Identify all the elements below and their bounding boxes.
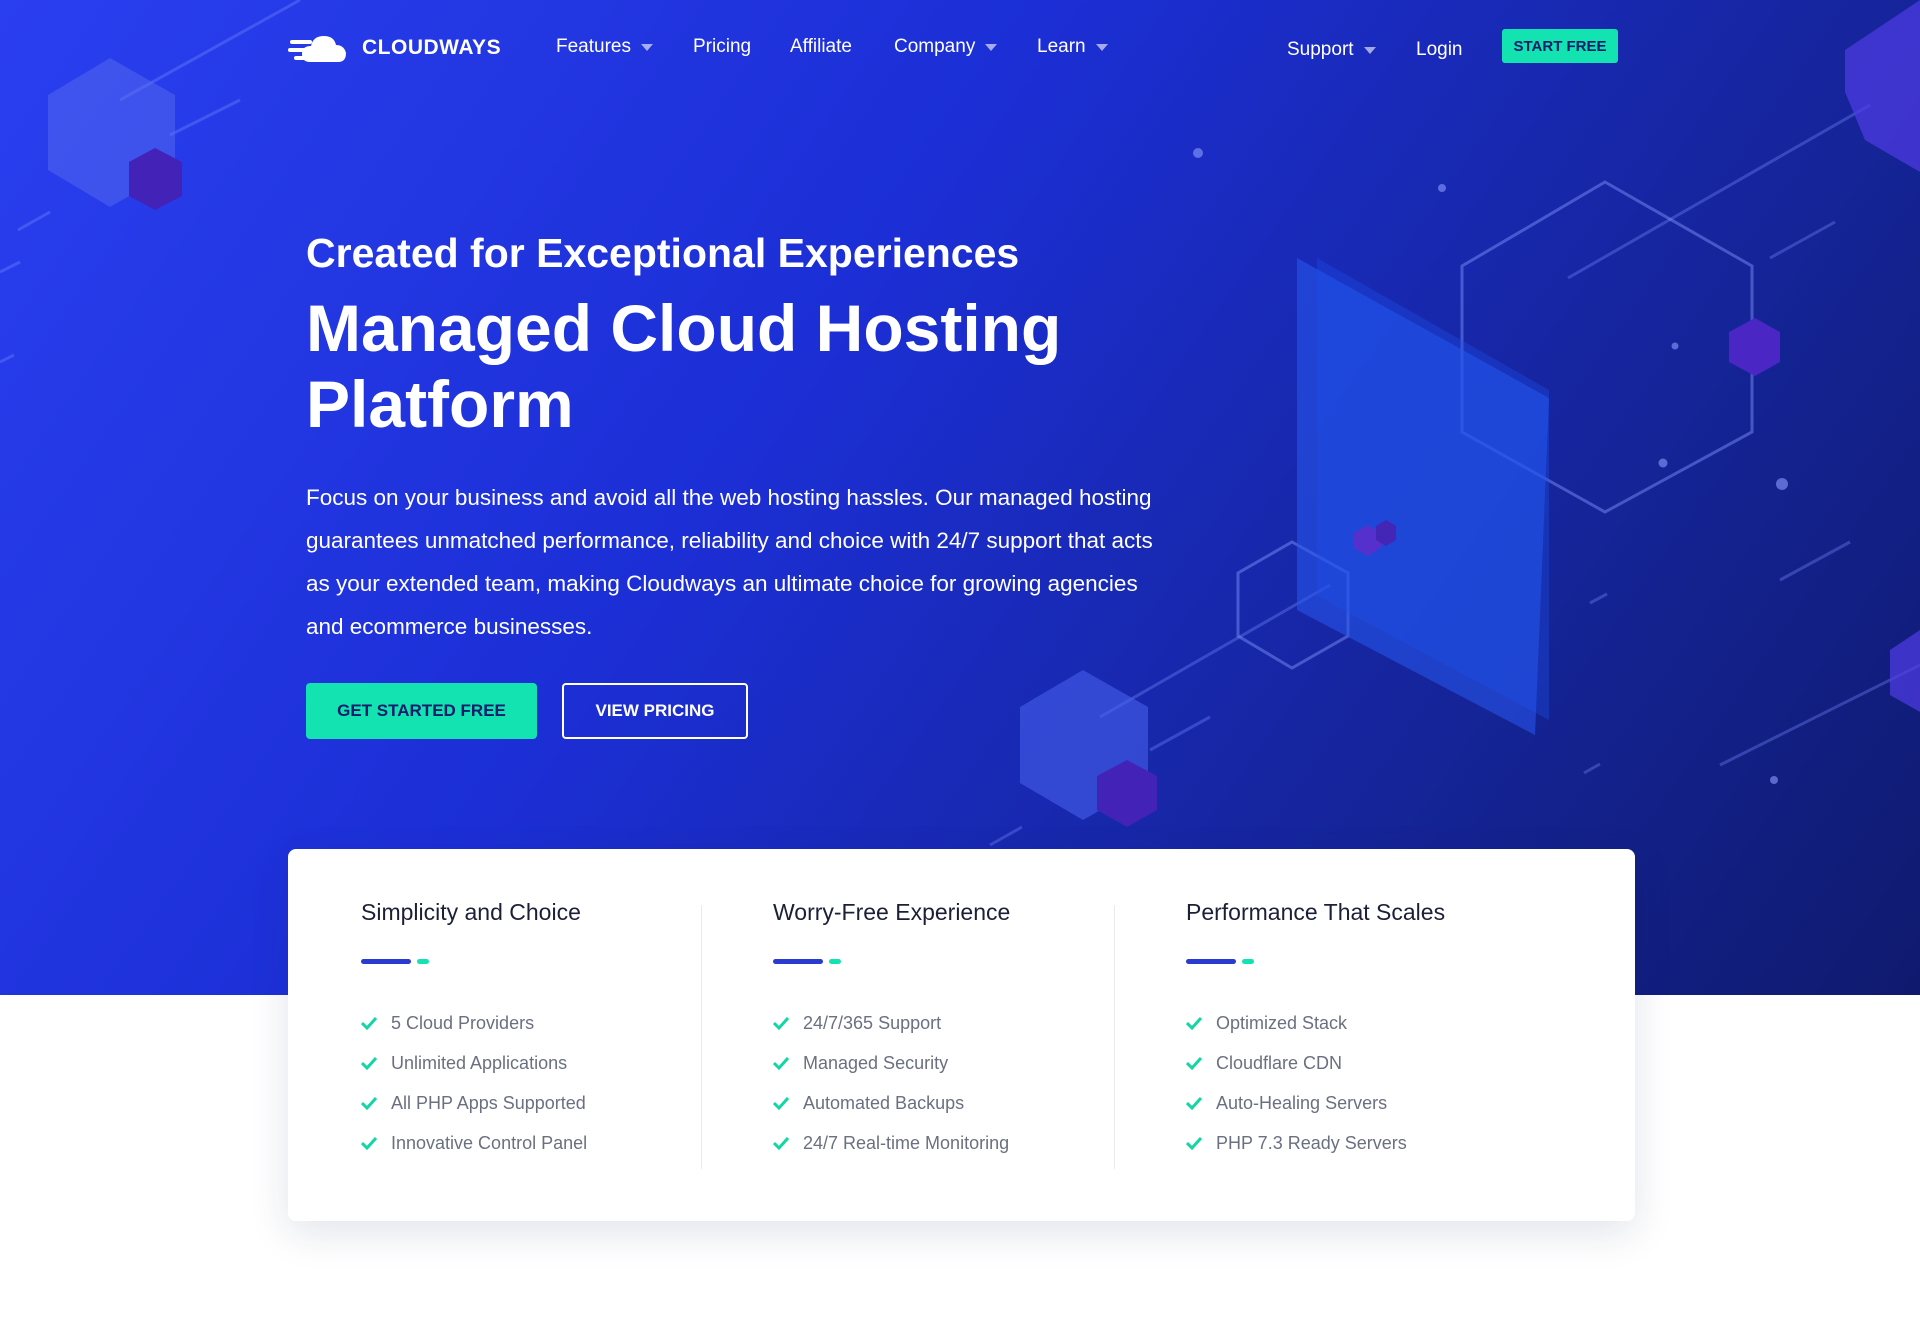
- feature-label: Innovative Control Panel: [391, 1132, 588, 1153]
- nav-support-label: Support: [1287, 39, 1354, 60]
- feature-label: Unlimited Applications: [391, 1052, 568, 1073]
- feature-label: 24/7/365 Support: [803, 1012, 942, 1033]
- list-item: Optimized Stack: [1186, 1003, 1407, 1043]
- hero-description: Focus on your business and avoid all the…: [306, 485, 1153, 639]
- top-navigation: CLOUDWAYS Features Pricing Affiliate Com…: [0, 0, 1920, 95]
- list-item: Automated Backups: [773, 1083, 1009, 1123]
- check-icon: [773, 1136, 789, 1150]
- nav-company-label: Company: [894, 36, 976, 57]
- feature-label: PHP 7.3 Ready Servers: [1216, 1132, 1407, 1153]
- list-item: 24/7 Real-time Monitoring: [773, 1123, 1009, 1163]
- check-icon: [361, 1096, 377, 1110]
- feature-label: All PHP Apps Supported: [391, 1092, 586, 1113]
- column-divider: [701, 905, 702, 1169]
- nav-affiliate[interactable]: Affiliate: [790, 36, 852, 58]
- brand-name: CLOUDWAYS: [362, 36, 502, 59]
- title-underline: [361, 959, 429, 964]
- check-icon: [773, 1096, 789, 1110]
- feature-label: Cloudflare CDN: [1216, 1052, 1343, 1073]
- feature-label: Optimized Stack: [1216, 1012, 1348, 1033]
- feature-column-title: Worry-Free Experience: [773, 899, 1011, 925]
- feature-label: 5 Cloud Providers: [391, 1012, 535, 1033]
- check-icon: [773, 1056, 789, 1070]
- check-icon: [773, 1016, 789, 1030]
- nav-login-label: Login: [1416, 39, 1463, 60]
- feature-label: Managed Security: [803, 1052, 949, 1073]
- check-icon: [361, 1016, 377, 1030]
- start-free-button[interactable]: START FREE: [1502, 29, 1618, 63]
- cloud-logo-icon: [288, 36, 346, 62]
- feature-column-title: Performance That Scales: [1186, 899, 1446, 925]
- check-icon: [1186, 1016, 1202, 1030]
- feature-list: 24/7/365 Support Managed Security Automa…: [773, 1003, 1009, 1163]
- nav-support[interactable]: Support: [1287, 39, 1376, 61]
- check-icon: [1186, 1056, 1202, 1070]
- chevron-down-icon: [1363, 46, 1376, 54]
- nav-pricing-label: Pricing: [693, 36, 752, 57]
- nav-learn[interactable]: Learn: [1037, 36, 1108, 58]
- nav-features-label: Features: [556, 36, 631, 57]
- list-item: Innovative Control Panel: [361, 1123, 587, 1163]
- nav-pricing[interactable]: Pricing: [693, 36, 751, 58]
- list-item: PHP 7.3 Ready Servers: [1186, 1123, 1407, 1163]
- column-divider: [1114, 905, 1115, 1169]
- nav-login[interactable]: Login: [1416, 39, 1463, 61]
- feature-label: 24/7 Real-time Monitoring: [803, 1132, 1010, 1153]
- list-item: Cloudflare CDN: [1186, 1043, 1407, 1083]
- title-underline: [773, 959, 841, 964]
- feature-list: Optimized Stack Cloudflare CDN Auto-Heal…: [1186, 1003, 1407, 1163]
- check-icon: [361, 1136, 377, 1150]
- hero-title: Managed Cloud Hosting Platform: [306, 291, 1062, 441]
- list-item: 24/7/365 Support: [773, 1003, 1009, 1043]
- get-started-free-button[interactable]: GET STARTED FREE: [306, 683, 537, 739]
- feature-label: Automated Backups: [803, 1092, 965, 1113]
- hero-section: CLOUDWAYS Features Pricing Affiliate Com…: [0, 0, 1920, 995]
- view-pricing-button[interactable]: VIEW PRICING: [562, 683, 748, 739]
- check-icon: [1186, 1136, 1202, 1150]
- chevron-down-icon: [1095, 43, 1108, 51]
- nav-learn-label: Learn: [1037, 36, 1086, 57]
- list-item: Managed Security: [773, 1043, 1009, 1083]
- nav-affiliate-label: Affiliate: [790, 36, 852, 57]
- list-item: All PHP Apps Supported: [361, 1083, 587, 1123]
- nav-company[interactable]: Company: [894, 36, 998, 58]
- list-item: Unlimited Applications: [361, 1043, 587, 1083]
- nav-features[interactable]: Features: [556, 36, 653, 58]
- hero-subtitle: Created for Exceptional Experiences: [306, 230, 1020, 276]
- feature-label: Auto-Healing Servers: [1216, 1092, 1388, 1113]
- title-underline: [1186, 959, 1254, 964]
- check-icon: [361, 1056, 377, 1070]
- list-item: Auto-Healing Servers: [1186, 1083, 1407, 1123]
- feature-column-title: Simplicity and Choice: [361, 899, 581, 925]
- list-item: 5 Cloud Providers: [361, 1003, 587, 1043]
- check-icon: [1186, 1096, 1202, 1110]
- cloudways-logo[interactable]: CLOUDWAYS: [288, 28, 501, 68]
- feature-list: 5 Cloud Providers Unlimited Applications…: [361, 1003, 587, 1163]
- chevron-down-icon: [985, 43, 998, 51]
- features-card: Simplicity and Choice 5 Cloud Providers …: [288, 849, 1635, 1221]
- chevron-down-icon: [640, 43, 653, 51]
